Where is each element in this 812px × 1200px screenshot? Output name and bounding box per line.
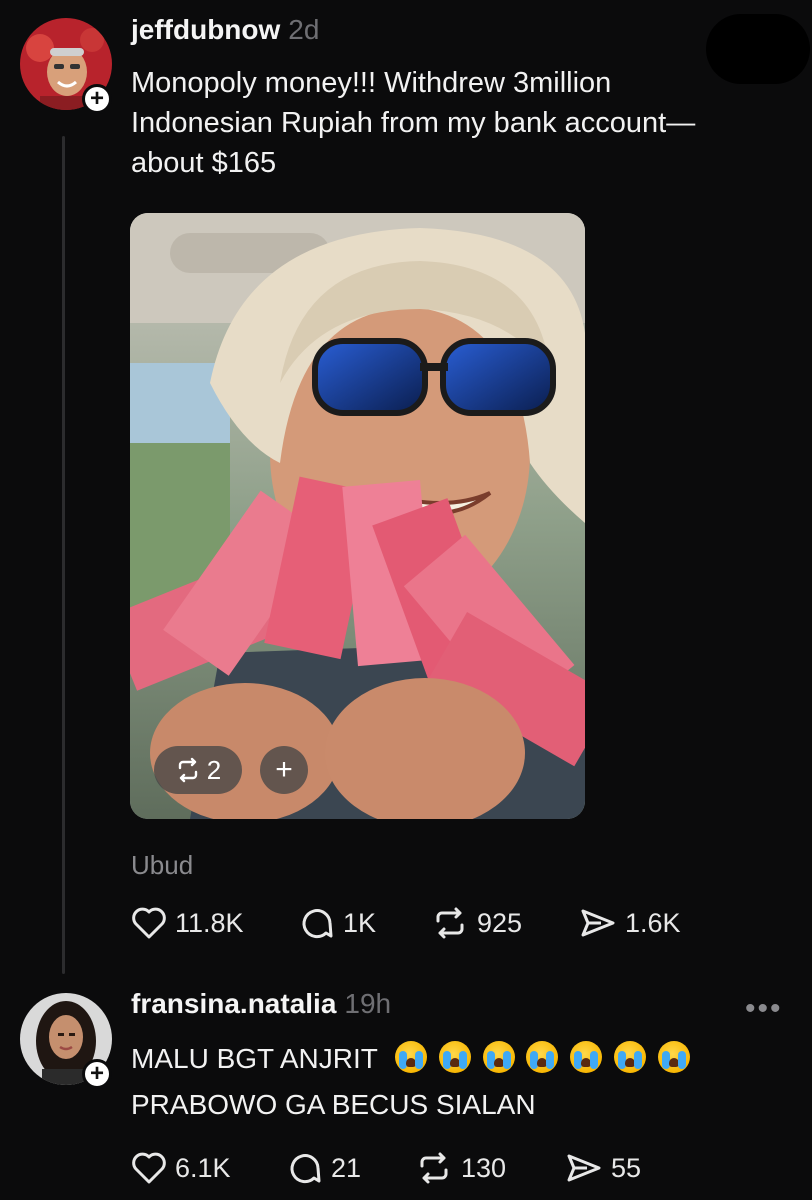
redacted-mark: [706, 14, 810, 84]
comment-icon: [302, 909, 333, 939]
post-actions: 11.8K 1K 925 1.6K: [131, 906, 681, 940]
comment-icon: [290, 1154, 321, 1184]
repost-button[interactable]: 925: [431, 906, 579, 940]
like-button[interactable]: 11.8K: [131, 906, 299, 940]
repost-icon: [178, 757, 197, 783]
like-count: 11.8K: [175, 907, 244, 938]
share-count: 1.6K: [625, 907, 681, 938]
reply-count: 21: [331, 1152, 362, 1183]
heart-icon: [132, 907, 166, 939]
reply-text: MALU BGT ANJRIT PRABOWO GA BECUS SIALAN: [131, 1036, 690, 1128]
repost-icon: [436, 907, 464, 939]
repost-count: 925: [477, 907, 523, 938]
repost-count: 2: [206, 754, 222, 785]
reply-text-line: MALU BGT ANJRIT: [131, 1036, 690, 1082]
repost-count: 130: [461, 1152, 507, 1183]
heart-icon: [132, 1152, 166, 1184]
username[interactable]: jeffdubnow: [131, 14, 280, 45]
post-text: Monopoly money!!! Withdrew 3million Indo…: [131, 63, 695, 183]
loudly-crying-face-icon: [570, 1041, 603, 1073]
reply-actions: 6.1K 21 130 55: [131, 1151, 641, 1185]
reply-header: fransina.natalia 19h: [131, 988, 391, 1020]
send-icon: [581, 909, 615, 937]
loudly-crying-face-icon: [657, 1041, 690, 1073]
send-icon: [567, 1154, 601, 1182]
like-button[interactable]: 6.1K: [131, 1151, 287, 1185]
reply-count: 1K: [343, 907, 377, 938]
follow-button[interactable]: +: [82, 84, 112, 114]
post-text-line: Monopoly money!!! Withdrew 3million: [131, 67, 612, 99]
reply-text-line-1: MALU BGT ANJRIT: [131, 1043, 378, 1074]
add-button[interactable]: +: [260, 746, 308, 794]
post-text-line: about $165: [131, 147, 277, 179]
loudly-crying-face-icon: [614, 1041, 647, 1073]
reply-button[interactable]: 21: [287, 1151, 415, 1185]
crying-emoji-row: [391, 1041, 690, 1074]
share-count: 55: [611, 1152, 642, 1183]
reply-text-line-2: PRABOWO GA BECUS SIALAN: [131, 1089, 536, 1120]
timestamp: 19h: [344, 988, 392, 1019]
repost-button[interactable]: 130: [415, 1151, 565, 1185]
more-options-button[interactable]: •••: [745, 992, 783, 1026]
loudly-crying-face-icon: [438, 1041, 471, 1073]
loudly-crying-face-icon: [395, 1041, 428, 1073]
thread-line: [62, 136, 65, 974]
location-tag[interactable]: Ubud: [131, 850, 193, 881]
follow-button[interactable]: +: [82, 1059, 112, 1089]
repost-count-pill[interactable]: 2: [154, 746, 242, 794]
reply-button[interactable]: 1K: [299, 906, 431, 940]
loudly-crying-face-icon: [526, 1041, 559, 1073]
timestamp: 2d: [288, 14, 320, 45]
post-photo[interactable]: 2 +: [130, 213, 585, 819]
post-text-line: Indonesian Rupiah from my bank account—: [131, 107, 696, 139]
post-header: jeffdubnow 2d: [131, 14, 319, 46]
share-button[interactable]: 1.6K: [579, 906, 681, 940]
username[interactable]: fransina.natalia: [131, 988, 336, 1019]
like-count: 6.1K: [175, 1152, 231, 1183]
repost-icon: [420, 1152, 448, 1184]
loudly-crying-face-icon: [482, 1041, 515, 1073]
share-button[interactable]: 55: [565, 1151, 641, 1185]
